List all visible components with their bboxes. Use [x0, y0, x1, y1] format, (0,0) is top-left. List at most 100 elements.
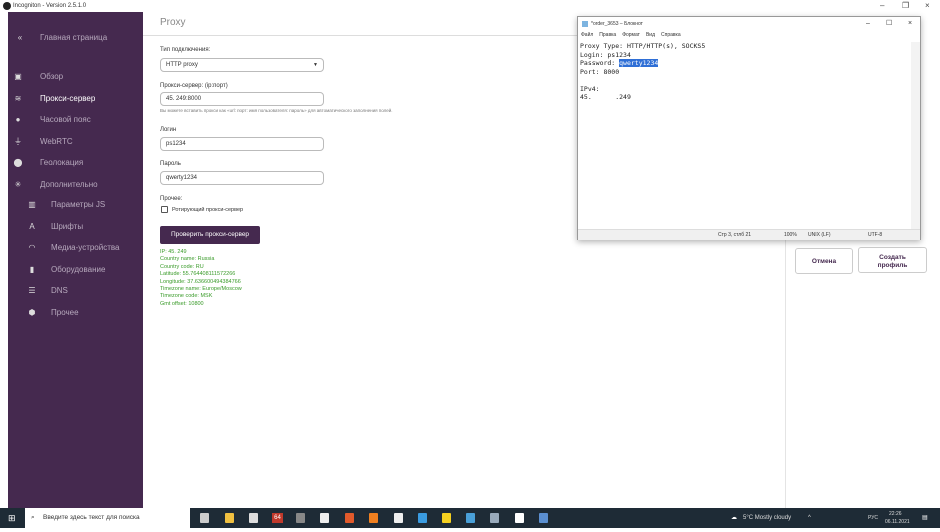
result-line: Country name: Russia	[160, 256, 215, 263]
create-profile-button[interactable]: Создать профиль	[858, 247, 927, 273]
search-placeholder: Введите здесь текст для поиска	[43, 514, 140, 521]
close-icon[interactable]: ×	[908, 17, 912, 31]
proxy-check-result: IP: 45. 249 Country name: Russia Country c…	[160, 249, 242, 308]
notepad-title: *order_3653 – Блокнот	[591, 21, 643, 27]
taskbar-app-icon[interactable]	[345, 513, 354, 523]
id-card-icon: ▣	[14, 72, 22, 81]
weather-text[interactable]: 5°C Mostly cloudy	[743, 508, 791, 528]
windows-start-icon[interactable]: ⊞	[8, 508, 16, 528]
sidebar-subitem-0[interactable]: ▥ Параметры JS	[8, 197, 143, 213]
rotating-label: Ротирующий прокси-сервер	[172, 207, 244, 213]
sidebar-item-0[interactable]: ▣ Обзор	[8, 69, 143, 85]
selected-text: qwerty1234	[619, 59, 659, 67]
page-title: Proxy	[160, 17, 186, 28]
rotating-checkbox[interactable]	[161, 206, 168, 213]
clock-icon: ●	[15, 115, 21, 124]
double-chevron-left-icon: «	[17, 33, 23, 42]
taskbar-app-icon[interactable]	[418, 513, 427, 523]
cancel-button[interactable]: Отмена	[795, 248, 853, 274]
conn-type-select[interactable]: HTTP proxy ▼	[160, 58, 324, 72]
dns-icon: ☰	[28, 286, 36, 295]
asterisk-icon: ✳	[14, 179, 22, 189]
taskbar-app-icon[interactable]	[296, 513, 305, 523]
check-proxy-button[interactable]: Проверить прокси-сервер	[160, 226, 260, 244]
conn-type-value: HTTP proxy	[166, 62, 198, 68]
taskbar-app-icon[interactable]	[225, 513, 234, 523]
sidebar-subitem-1[interactable]: A Шрифты	[8, 219, 143, 235]
weather-icon: ☁	[731, 515, 737, 521]
app-titlebar: Incogniton - Version 2.5.1.0 – ❐ ×	[0, 0, 940, 12]
notepad-menu-item[interactable]: Файл	[581, 32, 593, 38]
login-input[interactable]: ps1234	[160, 137, 324, 151]
taskbar-app-icon[interactable]	[249, 513, 258, 523]
notepad-menu-item[interactable]: Правка	[599, 32, 616, 38]
sidebar-subitem-5[interactable]: ⬢ Прочее	[8, 305, 143, 321]
search-icon: ⌕	[31, 514, 35, 521]
taskbar-app-icon[interactable]	[320, 513, 329, 523]
vertical-scrollbar[interactable]	[911, 42, 920, 229]
taskbar-app-icon[interactable]	[200, 513, 209, 523]
result-line: Timezone code: MSK	[160, 293, 213, 300]
sidebar-item-3[interactable]: ⏚ WebRTC	[8, 134, 143, 150]
notepad-menu-item[interactable]: Вид	[646, 32, 655, 38]
conn-type-label: Тип подключения:	[160, 47, 211, 53]
cube-icon: ⬢	[28, 307, 36, 317]
other-label: Прочее:	[160, 196, 183, 202]
password-input[interactable]: qwerty1234	[160, 171, 324, 185]
proxy-input[interactable]: 45. 249:8000	[160, 92, 324, 106]
plug-icon: ⏚	[14, 136, 22, 146]
taskbar-app-64[interactable]: 64	[272, 513, 283, 523]
location-pin-icon: ⬤	[13, 158, 23, 167]
notepad-menu-item[interactable]: Формат	[622, 32, 640, 38]
sidebar-subitem-3[interactable]: ▮ Оборудование	[8, 262, 143, 278]
notepad-menu-item[interactable]: Справка	[661, 32, 681, 38]
taskbar: ⊞ ⌕ Введите здесь текст для поиска 64 ☁ 5…	[0, 508, 940, 528]
status-position: Стр 3, стлб 21	[718, 232, 752, 238]
taskbar-app-icon[interactable]	[442, 513, 451, 523]
result-line: Country code: RU	[160, 263, 204, 270]
notepad-titlebar: *order_3653 – Блокнот – ☐ ×	[578, 17, 920, 31]
headphones-icon: ◠	[28, 243, 36, 252]
taskbar-app-icon[interactable]	[394, 513, 403, 523]
sidebar-item-1[interactable]: ≋ Прокси-сервер	[8, 91, 143, 107]
maximize-icon[interactable]: ☐	[886, 17, 892, 31]
notifications-icon[interactable]: ▤	[922, 508, 928, 528]
font-icon: A	[29, 221, 35, 231]
result-line: Latitude: 55.764408111572266	[160, 271, 236, 278]
sidebar-item-4[interactable]: ⬤ Геолокация	[8, 155, 143, 171]
taskbar-app-icon[interactable]	[490, 513, 499, 523]
result-line: Timezone name: Europe/Moscow	[160, 286, 242, 293]
notepad-window: *order_3653 – Блокнот – ☐ × Файл Правка Фо…	[577, 16, 921, 240]
taskbar-app-icon[interactable]	[369, 513, 378, 523]
taskbar-search[interactable]: ⌕ Введите здесь текст для поиска	[25, 508, 190, 528]
password-label: Пароль	[160, 161, 181, 167]
restore-icon[interactable]: ❐	[902, 0, 909, 12]
taskbar-app-icon[interactable]	[539, 513, 548, 523]
status-eol: UNIX (LF)	[808, 232, 831, 238]
app-logo-icon	[3, 2, 11, 10]
language-indicator[interactable]: РУС	[868, 508, 878, 528]
taskbar-app-icon[interactable]	[466, 513, 475, 523]
close-icon[interactable]: ×	[925, 0, 930, 12]
sidebar-item-home[interactable]: « Главная страница	[8, 30, 143, 46]
minimize-icon[interactable]: –	[866, 17, 870, 31]
hardware-icon: ▮	[29, 264, 35, 274]
notepad-statusbar: Стр 3, стлб 21 100% UNIX (LF) UTF-8	[578, 229, 920, 240]
status-encoding: UTF-8	[868, 232, 883, 238]
taskbar-app-icon[interactable]	[515, 513, 524, 523]
sidebar-item-2[interactable]: ● Часовой пояс	[8, 112, 143, 128]
app-title: Incogniton - Version 2.5.1.0	[13, 3, 87, 9]
result-line: IP: 45. 249	[160, 249, 187, 255]
result-line: Gmt offset: 10800	[160, 300, 204, 307]
notepad-text-area[interactable]: Proxy Type: HTTP/HTTP(s), SOCKS5 Login: …	[580, 42, 705, 102]
sidebar-subitem-2[interactable]: ◠ Медиа-устройства	[8, 240, 143, 256]
wifi-icon: ≋	[14, 93, 22, 103]
sidebar-subitem-4[interactable]: ☰ DNS	[8, 283, 143, 299]
tray-chevron-icon[interactable]: ^	[808, 508, 811, 528]
result-line: Longitude: 37.63660049438476​6	[160, 278, 241, 285]
clock-date[interactable]: 06.11.2021	[885, 512, 910, 532]
proxy-hint: Вы можете вставить прокси как «url: порт…	[160, 108, 393, 113]
sidebar-item-5[interactable]: ✳ Дополнительно	[8, 177, 143, 193]
minimize-icon[interactable]: –	[880, 0, 884, 12]
dropdown-arrow-icon: ▼	[313, 62, 318, 68]
